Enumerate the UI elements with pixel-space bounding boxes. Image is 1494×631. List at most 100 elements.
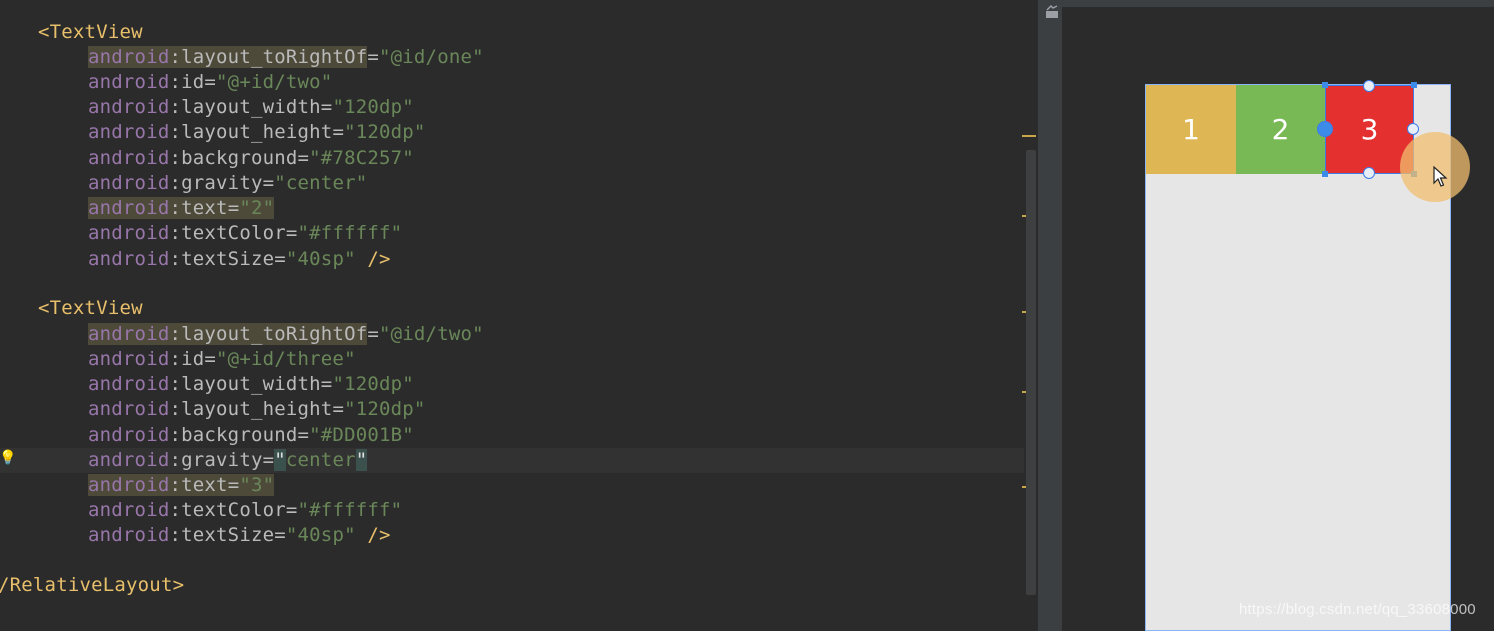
attr-value: "center": [274, 172, 368, 194]
attr-name: background: [181, 147, 298, 169]
textview-one[interactable]: 1: [1146, 85, 1236, 174]
code-line[interactable]: android:gravity="center": [88, 448, 368, 473]
textview-one-label: 1: [1182, 113, 1200, 146]
attr-namespace: android: [88, 449, 170, 471]
attr-namespace: android: [88, 323, 170, 345]
attr-name: gravity: [181, 172, 263, 194]
xml-tag: <TextView: [38, 21, 143, 43]
attr-name: background: [181, 424, 298, 446]
attr-namespace: android: [88, 96, 170, 118]
textview-three-label: 3: [1360, 113, 1379, 146]
anchor-handle-right[interactable]: [1407, 123, 1419, 135]
attr-namespace: android: [88, 121, 170, 143]
code-line[interactable]: android:id="@+id/two": [88, 70, 332, 95]
preview-toolbar-icon[interactable]: [1045, 4, 1059, 19]
code-line[interactable]: android:textColor="#ffffff": [88, 498, 402, 523]
attr-name: id: [181, 348, 205, 370]
mouse-pointer-icon: [1433, 165, 1449, 188]
attr-namespace: android: [88, 147, 170, 169]
attr-name: layout_height: [181, 121, 333, 143]
code-line[interactable]: android:layout_toRightOf="@id/two": [88, 322, 484, 347]
code-line[interactable]: android:gravity="center": [88, 171, 367, 196]
attr-value: "@id/two": [379, 323, 484, 345]
textview-two-label: 2: [1271, 113, 1290, 146]
attr-name: textColor: [181, 222, 286, 244]
attr-namespace: android: [88, 71, 170, 93]
attr-value: "40sp": [285, 524, 356, 546]
attr-name: layout_toRightOf: [181, 323, 368, 345]
attr-value: "#DD001B": [309, 424, 414, 446]
attr-value: "120dp": [332, 96, 414, 118]
textview-two[interactable]: 2: [1236, 85, 1325, 174]
code-editor[interactable]: <TextView android:layout_toRightOf="@id/o…: [0, 0, 1038, 631]
attr-value: "120dp": [344, 398, 426, 420]
code-line[interactable]: android:text="3": [88, 473, 275, 498]
code-line[interactable]: android:text="2": [88, 196, 275, 221]
anchor-handle-left[interactable]: [1317, 121, 1333, 137]
attr-name: textSize: [181, 248, 275, 270]
attr-name: layout_width: [181, 96, 321, 118]
code-line[interactable]: /RelativeLayout>: [0, 573, 184, 598]
resize-handle-top-right[interactable]: [1411, 82, 1417, 88]
lightbulb-icon[interactable]: 💡: [0, 449, 16, 467]
code-line[interactable]: android:layout_height="120dp": [88, 120, 426, 145]
xml-tag: /RelativeLayout>: [0, 574, 185, 596]
attr-value: "@+id/two": [216, 71, 333, 93]
attr-name: layout_width: [181, 373, 321, 395]
attr-name: id: [181, 71, 205, 93]
attr-name: textColor: [181, 499, 286, 521]
attr-value: "40sp": [285, 248, 356, 270]
attr-value: "120dp": [344, 121, 426, 143]
attr-namespace: android: [88, 499, 170, 521]
attr-namespace: android: [88, 46, 170, 68]
attr-value: "center": [274, 449, 368, 471]
attr-value: "#78C257": [309, 147, 414, 169]
code-line[interactable]: android:layout_height="120dp": [88, 397, 426, 422]
resize-handle-top-left[interactable]: [1322, 82, 1328, 88]
attr-name: layout_toRightOf: [181, 46, 368, 68]
code-line[interactable]: android:layout_toRightOf="@id/one": [88, 45, 484, 70]
code-line[interactable]: android:background="#78C257": [88, 146, 414, 171]
anchor-handle-top[interactable]: [1363, 80, 1375, 92]
attr-namespace: android: [88, 348, 170, 370]
code-line[interactable]: android:layout_width="120dp": [88, 372, 414, 397]
attr-namespace: android: [88, 222, 170, 244]
anchor-handle-bottom[interactable]: [1363, 167, 1375, 179]
code-line[interactable]: <TextView: [38, 20, 143, 45]
attr-namespace: android: [88, 424, 170, 446]
xml-tag-close: />: [355, 524, 391, 546]
attr-namespace: android: [88, 398, 170, 420]
editor-scrollbar[interactable]: [1026, 150, 1036, 595]
code-line[interactable]: android:textColor="#ffffff": [88, 221, 402, 246]
attr-name: layout_height: [181, 398, 333, 420]
error-stripe-mark[interactable]: [1022, 135, 1036, 137]
code-line[interactable]: <TextView: [38, 296, 143, 321]
attr-value: "#ffffff": [297, 499, 403, 521]
attr-value: "2": [239, 197, 275, 219]
attr-namespace: android: [88, 172, 170, 194]
watermark: https://blog.csdn.net/qq_33608000: [1239, 601, 1476, 618]
panel-divider: [1038, 0, 1062, 631]
code-line[interactable]: android:textSize="40sp" />: [88, 247, 391, 272]
attr-name: textSize: [181, 524, 275, 546]
attr-value: "@+id/three": [216, 348, 356, 370]
attr-namespace: android: [88, 474, 170, 496]
xml-tag: <TextView: [38, 297, 143, 319]
preview-toolbar: [1062, 0, 1494, 7]
attr-value: "120dp": [332, 373, 414, 395]
attr-namespace: android: [88, 197, 170, 219]
code-line[interactable]: android:layout_width="120dp": [88, 95, 414, 120]
xml-tag-close: />: [355, 248, 391, 270]
attr-name: text: [181, 474, 228, 496]
code-line[interactable]: android:background="#DD001B": [88, 423, 414, 448]
attr-value: "3": [239, 474, 275, 496]
attr-namespace: android: [88, 248, 170, 270]
attr-namespace: android: [88, 373, 170, 395]
attr-name: gravity: [181, 449, 263, 471]
attr-name: text: [181, 197, 228, 219]
code-line[interactable]: android:textSize="40sp" />: [88, 523, 391, 548]
attr-value: "@id/one": [379, 46, 484, 68]
attr-namespace: android: [88, 524, 170, 546]
resize-handle-bottom-left[interactable]: [1322, 171, 1328, 177]
code-line[interactable]: android:id="@+id/three": [88, 347, 356, 372]
